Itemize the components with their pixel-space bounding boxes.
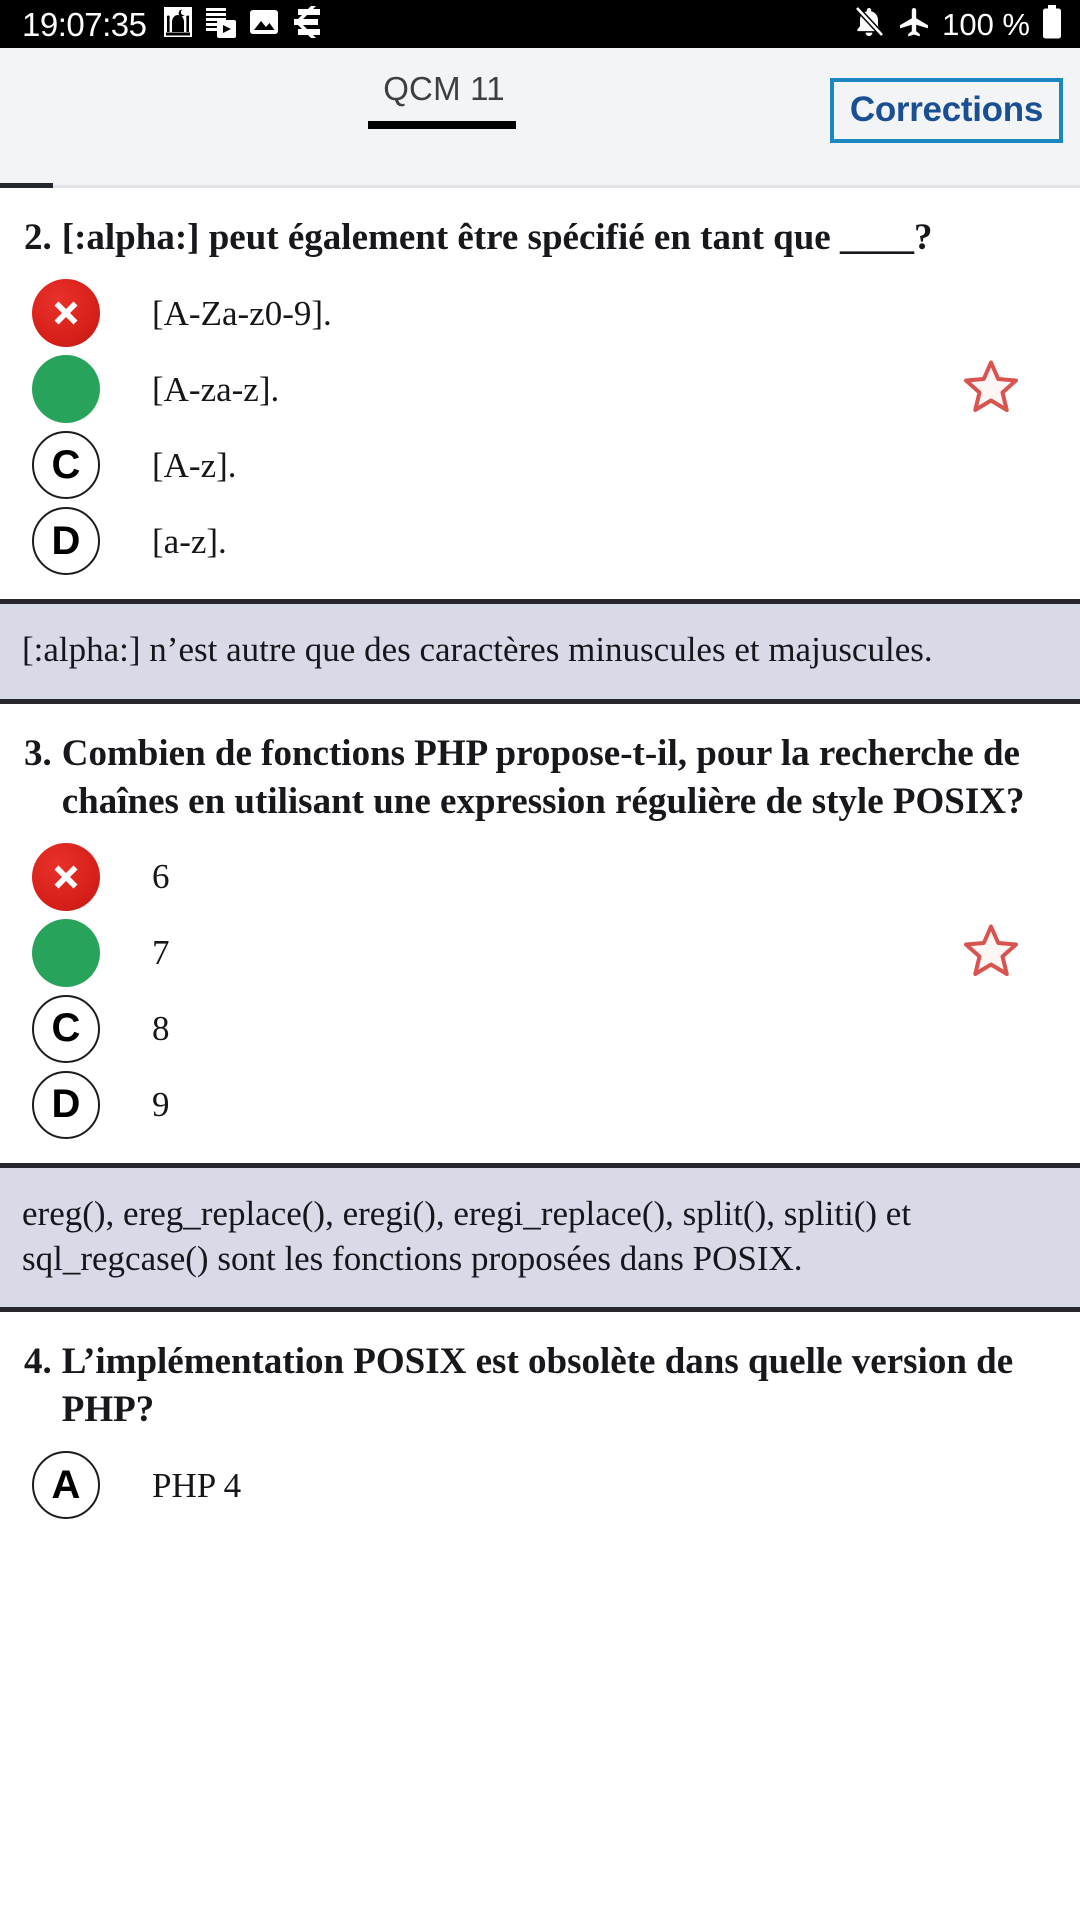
battery-full-icon bbox=[1042, 4, 1062, 44]
transfer-icon bbox=[292, 5, 322, 43]
answer-option-label: [A-za-z]. bbox=[152, 369, 280, 409]
prayer-times-icon bbox=[163, 6, 193, 43]
answer-option-d[interactable]: D9 bbox=[0, 1067, 1080, 1143]
explanation-text: [:alpha:] n’est autre que des caractères… bbox=[22, 630, 933, 670]
explanation-box: ereg(), ereg_replace(), eregi(), eregi_r… bbox=[0, 1162, 1080, 1313]
answer-options: [A-Za-z0-9]. [A-za-z]. C [A-z]. D [a-z]. bbox=[0, 261, 1080, 595]
question-number: 4. bbox=[24, 1341, 52, 1383]
status-bar: 19:07:35 100 % bbox=[0, 0, 1080, 48]
option-letter-d: D bbox=[32, 507, 100, 576]
option-letter-d: D bbox=[32, 1070, 100, 1139]
question-text: 4. L’implémentation POSIX est obsolète da… bbox=[0, 1312, 1080, 1433]
correct-answer-icon bbox=[32, 918, 100, 987]
explanation-text: ereg(), ereg_replace(), eregi(), eregi_r… bbox=[22, 1193, 912, 1278]
answer-option-label: [a-z]. bbox=[152, 521, 227, 561]
wrong-answer-icon bbox=[32, 842, 100, 911]
notifications-muted-icon bbox=[852, 5, 886, 44]
question-block: 3. Combien de fonctions PHP propose-t-il,… bbox=[0, 704, 1080, 1313]
answer-option-label: 9 bbox=[152, 1085, 170, 1125]
option-letter-c: C bbox=[32, 431, 100, 500]
answer-option-d[interactable]: D [a-z]. bbox=[0, 503, 1080, 579]
answer-option-label: 6 bbox=[152, 857, 170, 897]
status-bar-clock: 19:07:35 bbox=[22, 5, 147, 43]
questions-scroll-area[interactable]: 2. [:alpha:] peut également être spécifié… bbox=[0, 188, 1080, 1920]
tab-active-indicator bbox=[368, 121, 516, 129]
answer-option-label: 8 bbox=[152, 1009, 170, 1049]
question-number: 2. bbox=[24, 217, 52, 258]
favorite-star-icon[interactable] bbox=[960, 357, 1022, 422]
tab-qcm-11[interactable]: QCM 11 bbox=[368, 70, 520, 108]
question-body: [:alpha:] peut également être spécifié e… bbox=[61, 217, 933, 258]
answer-option-c[interactable]: C [A-z]. bbox=[0, 427, 1080, 503]
answer-option-label: 7 bbox=[152, 933, 170, 973]
airplane-mode-icon bbox=[898, 6, 930, 43]
battery-percent-label: 100 % bbox=[942, 6, 1030, 42]
answer-option-a[interactable]: [A-Za-z0-9]. bbox=[0, 275, 1080, 351]
explanation-box: [:alpha:] n’est autre que des caractères… bbox=[0, 599, 1080, 705]
answer-option-label: [A-z]. bbox=[152, 445, 237, 485]
question-body: L’implémentation POSIX est obsolète dans… bbox=[61, 1341, 1014, 1430]
app-header: QCM 11 Corrections bbox=[0, 48, 1080, 188]
correct-answer-icon bbox=[32, 355, 100, 424]
question-block: 4. L’implémentation POSIX est obsolète da… bbox=[0, 1312, 1080, 1539]
option-letter-a: A bbox=[32, 1451, 100, 1520]
answer-option-a[interactable]: 6 bbox=[0, 839, 1080, 915]
tab-bar: QCM 11 Corrections bbox=[0, 48, 1080, 188]
answer-option-label: [A-Za-z0-9]. bbox=[152, 293, 332, 333]
status-bar-right-icons: 100 % bbox=[852, 4, 1062, 44]
question-block: 2. [:alpha:] peut également être spécifié… bbox=[0, 188, 1080, 705]
question-text: 3. Combien de fonctions PHP propose-t-il,… bbox=[0, 704, 1080, 825]
photo-icon bbox=[249, 8, 279, 41]
option-letter-c: C bbox=[32, 994, 100, 1063]
playlist-icon bbox=[206, 6, 237, 43]
question-text: 2. [:alpha:] peut également être spécifié… bbox=[0, 188, 1080, 261]
answer-option-b[interactable]: [A-za-z]. bbox=[0, 351, 1080, 427]
answer-options: 67C8D9 bbox=[0, 825, 1080, 1159]
status-bar-left-icons bbox=[163, 5, 322, 43]
answer-option-label: PHP 4 bbox=[152, 1465, 242, 1505]
answer-option-c[interactable]: C8 bbox=[0, 991, 1080, 1067]
answer-option-b[interactable]: 7 bbox=[0, 915, 1080, 991]
wrong-answer-icon bbox=[32, 279, 100, 348]
answer-options: A PHP 4 bbox=[0, 1433, 1080, 1539]
question-body: Combien de fonctions PHP propose-t-il, p… bbox=[61, 733, 1025, 822]
corrections-button[interactable]: Corrections bbox=[829, 78, 1063, 143]
favorite-star-icon[interactable] bbox=[960, 920, 1022, 985]
answer-option-a[interactable]: A PHP 4 bbox=[0, 1447, 1080, 1523]
question-number: 3. bbox=[24, 733, 52, 775]
